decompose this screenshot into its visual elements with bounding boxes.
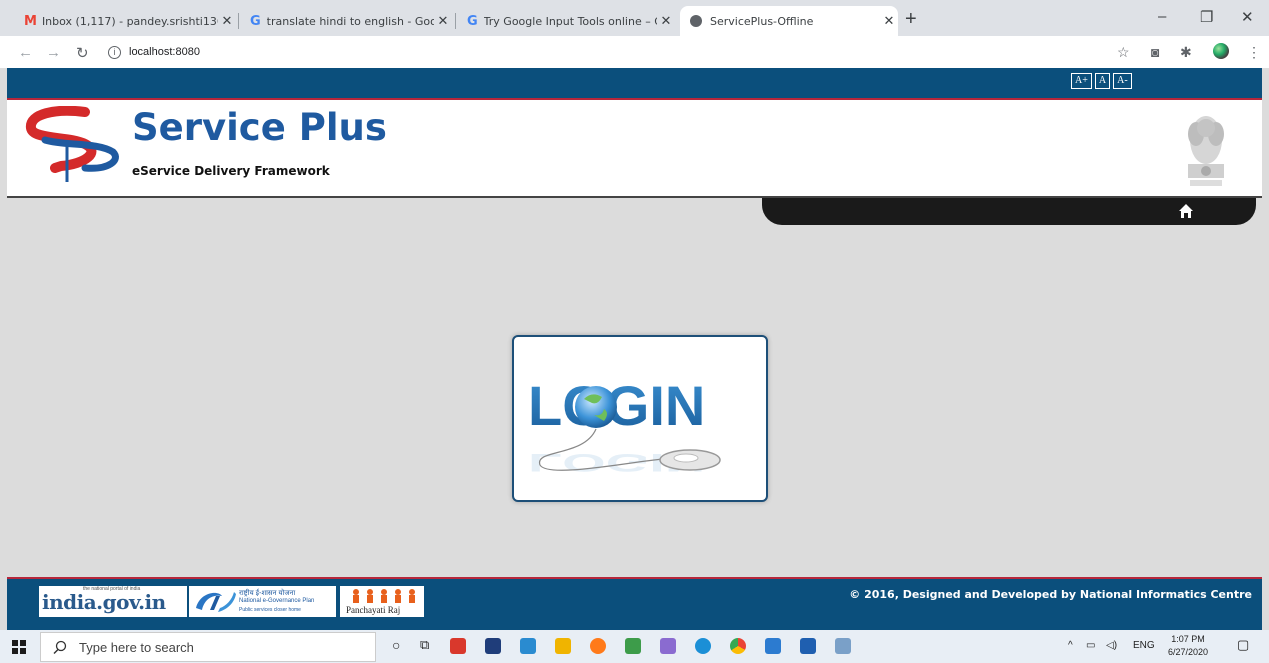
serviceplus-logo-icon xyxy=(26,106,119,182)
tray-chevron-icon[interactable]: ^ xyxy=(1068,640,1073,651)
login-graphic: LOGIN LOGIN xyxy=(528,374,721,476)
close-tab-icon[interactable]: ✕ xyxy=(218,14,236,29)
notifications-icon[interactable]: ▢ xyxy=(1237,637,1249,653)
language-indicator[interactable]: ENG xyxy=(1133,640,1155,651)
panchayat-text: Panchayati Raj xyxy=(346,605,401,615)
cortana-icon[interactable]: ○ xyxy=(392,637,400,653)
network-icon[interactable]: ▭ xyxy=(1086,640,1095,651)
file-explorer-icon[interactable] xyxy=(555,638,571,654)
panchayat-figures-icon xyxy=(353,589,415,603)
tab-translate[interactable]: G translate hindi to english - Goog ✕ xyxy=(240,6,452,36)
minimize-button[interactable]: – xyxy=(1158,8,1166,25)
camera-extension-icon[interactable]: ◙ xyxy=(1151,44,1159,60)
star-bookmark-icon[interactable]: ☆ xyxy=(1117,44,1130,61)
brand-tagline: eService Delivery Framework xyxy=(132,164,330,178)
brand-title: Service Plus xyxy=(132,106,387,149)
maximize-button[interactable]: ❐ xyxy=(1200,8,1213,26)
close-tab-icon[interactable]: ✕ xyxy=(657,14,675,29)
new-tab-button[interactable]: + xyxy=(905,8,917,31)
tab-serviceplus[interactable]: ServicePlus-Offline ✕ xyxy=(680,6,898,36)
more-menu-icon[interactable]: ⋮ xyxy=(1247,44,1261,61)
close-tab-icon[interactable]: ✕ xyxy=(434,14,452,29)
top-band: A+ A A- xyxy=(7,68,1262,100)
negp-logo[interactable]: राष्ट्रीय ई-शासन योजना National e-Govern… xyxy=(189,586,336,617)
font-normal-button[interactable]: A xyxy=(1094,73,1111,89)
font-decrease-button[interactable]: A- xyxy=(1113,73,1132,89)
windows-start-icon[interactable] xyxy=(12,640,26,654)
globe-icon xyxy=(690,15,702,27)
close-window-button[interactable]: ✕ xyxy=(1241,8,1254,26)
negp-slogan-text: Public services closer home xyxy=(239,607,301,613)
tab-separator xyxy=(238,13,239,29)
tab-gmail-inbox[interactable]: M Inbox (1,117) - pandey.srishti136 ✕ xyxy=(14,6,236,36)
taskbar-search[interactable]: Type here to search xyxy=(40,632,376,662)
tab-title: translate hindi to english - Goog xyxy=(266,14,434,28)
search-icon xyxy=(53,640,67,654)
panchayati-raj-logo[interactable]: Panchayati Raj xyxy=(340,586,424,617)
national-emblem-icon xyxy=(1188,116,1224,186)
forward-arrow-icon[interactable]: → xyxy=(46,44,61,61)
app-icon-red[interactable] xyxy=(450,638,466,654)
search-placeholder: Type here to search xyxy=(79,639,194,655)
login-button[interactable]: LOGIN LOGIN xyxy=(512,335,768,502)
info-icon[interactable]: i xyxy=(108,45,121,59)
india-gov-logo[interactable]: the national portal of india india.gov.i… xyxy=(39,586,187,617)
puzzle-extension-icon[interactable]: ✱ xyxy=(1180,44,1192,61)
negp-english-text: National e-Governance Plan xyxy=(239,598,315,604)
clock-time: 1:07 PM xyxy=(1171,634,1205,644)
tab-separator xyxy=(455,13,456,29)
profile-avatar-icon[interactable] xyxy=(1213,43,1229,59)
gmail-icon: M xyxy=(24,13,37,29)
url-text: localhost:8080 xyxy=(129,46,200,58)
home-icon[interactable] xyxy=(1178,203,1194,219)
egov-icon xyxy=(196,592,236,612)
volume-icon[interactable]: ◁) xyxy=(1106,640,1117,651)
indiagov-text: india.gov.in xyxy=(42,590,166,614)
word-icon[interactable] xyxy=(800,638,816,654)
main-content: LOGIN LOGIN xyxy=(7,226,1262,577)
paint-icon[interactable] xyxy=(660,638,676,654)
app-icon-blue[interactable] xyxy=(520,638,536,654)
tab-input-tools[interactable]: G Try Google Input Tools online – G ✕ xyxy=(457,6,675,36)
font-increase-button[interactable]: A+ xyxy=(1071,73,1092,89)
url-field[interactable]: i localhost:8080 xyxy=(108,41,1118,63)
google-icon: G xyxy=(467,13,478,29)
negp-hindi-text: राष्ट्रीय ई-शासन योजना xyxy=(239,590,296,597)
site-header: Service Plus eService Delivery Framework xyxy=(7,100,1262,198)
browser-tab-bar: M Inbox (1,117) - pandey.srishti136 ✕ G … xyxy=(0,0,1269,36)
app-icon-navy[interactable] xyxy=(485,638,501,654)
google-icon: G xyxy=(250,13,261,29)
mail-icon[interactable] xyxy=(765,638,781,654)
tab-title: Inbox (1,117) - pandey.srishti136 xyxy=(41,14,218,28)
back-arrow-icon[interactable]: ← xyxy=(18,44,33,61)
globe-icon xyxy=(575,386,617,428)
edge-icon[interactable] xyxy=(695,638,711,654)
windows-taskbar: Type here to search ○ ⧉ ^ ▭ ◁) ENG 1:07 … xyxy=(0,630,1269,663)
app-icon-green[interactable] xyxy=(625,638,641,654)
site-footer: the national portal of india india.gov.i… xyxy=(7,577,1262,632)
copyright-text: © 2016, Designed and Developed by Nation… xyxy=(849,588,1252,601)
close-tab-icon[interactable]: ✕ xyxy=(880,14,898,29)
address-bar-row: ← → ↻ i localhost:8080 ☆ ◙ ✱ ⋮ xyxy=(0,36,1269,69)
reload-icon[interactable]: ↻ xyxy=(76,44,89,62)
tab-title: Try Google Input Tools online – G xyxy=(483,14,657,28)
chrome-icon[interactable] xyxy=(730,638,746,654)
nav-bar xyxy=(762,198,1256,225)
font-size-controls: A+ A A- xyxy=(1071,73,1132,89)
clock-date: 6/27/2020 xyxy=(1168,647,1209,657)
app-icon-light[interactable] xyxy=(835,638,851,654)
tab-title: ServicePlus-Offline xyxy=(710,14,814,28)
task-view-icon[interactable]: ⧉ xyxy=(420,637,429,653)
firefox-icon[interactable] xyxy=(590,638,606,654)
clock[interactable]: 1:07 PM 6/27/2020 xyxy=(1168,633,1208,659)
